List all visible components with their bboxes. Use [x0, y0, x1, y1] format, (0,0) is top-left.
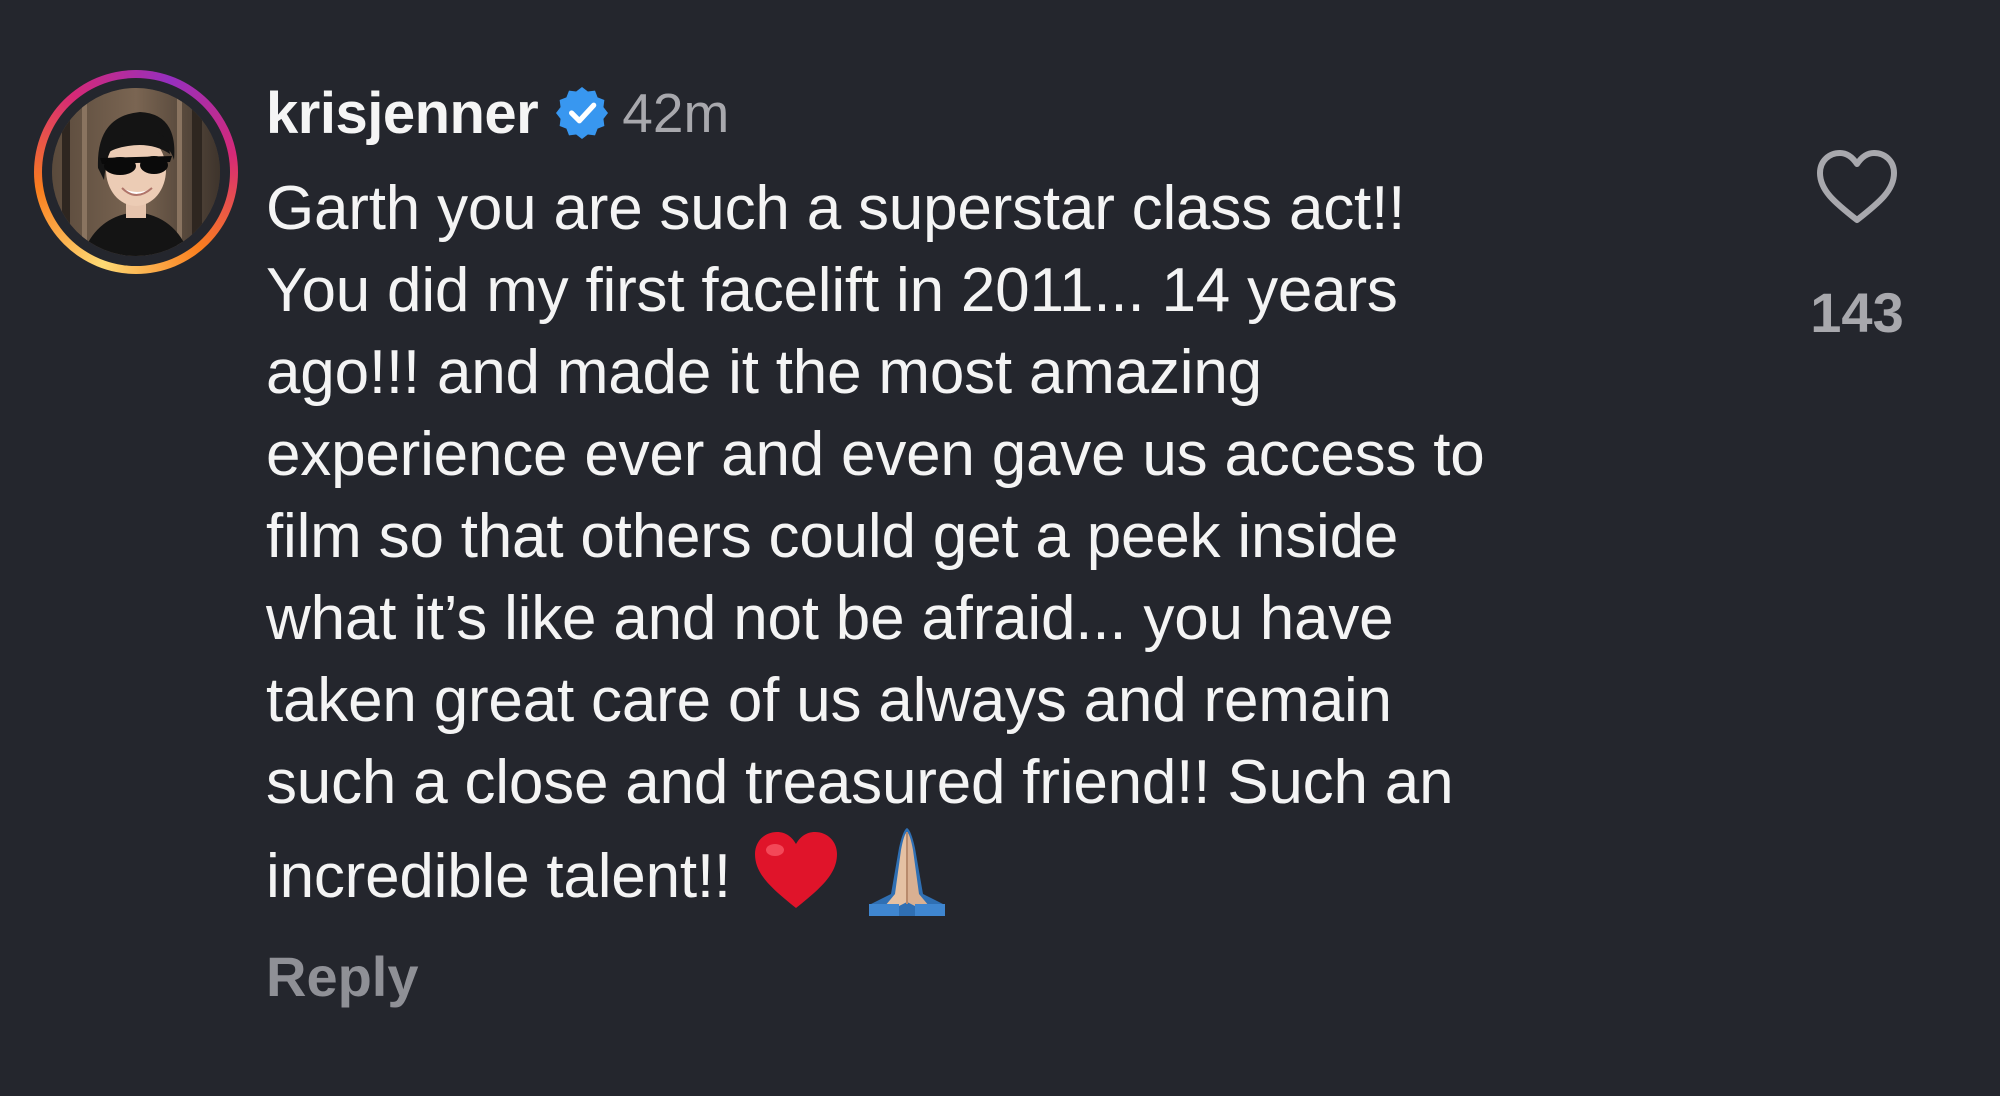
comment: krisjenner 42m Garth you are such a supe…	[0, 0, 2000, 1096]
comment-header: krisjenner 42m	[266, 78, 729, 148]
comment-line: what it’s like and not be afraid... you …	[266, 584, 1394, 653]
avatar	[52, 88, 220, 256]
comment-line: incredible talent!!	[266, 841, 731, 911]
like-count: 143	[1810, 281, 1904, 344]
comment-line: Garth you are such a superstar class act…	[266, 174, 1406, 243]
avatar-story-ring[interactable]	[34, 70, 238, 274]
reply-button[interactable]: Reply	[266, 944, 419, 1009]
verified-badge-icon	[556, 87, 609, 139]
folded-hands-emoji-icon	[861, 824, 953, 937]
comment-line: You did my first facelift in 2011... 14 …	[266, 256, 1398, 325]
heart-outline-icon[interactable]	[1814, 148, 1900, 228]
comment-line: taken great care of us always and remain	[266, 666, 1392, 735]
comment-last-line: incredible talent!!	[266, 828, 953, 916]
comment-line: such a close and treasured friend!! Such…	[266, 748, 1454, 817]
comment-line: experience ever and even gave us access …	[266, 420, 1485, 489]
comment-line: film so that others could get a peek ins…	[266, 502, 1399, 571]
comment-line: ago!!! and made it the most amazing	[266, 338, 1262, 407]
username[interactable]: krisjenner	[266, 80, 539, 147]
red-heart-emoji-icon	[753, 830, 839, 931]
timestamp: 42m	[622, 82, 730, 144]
avatar-image	[52, 88, 220, 256]
comment-text: Garth you are such a superstar class act…	[266, 168, 1746, 937]
